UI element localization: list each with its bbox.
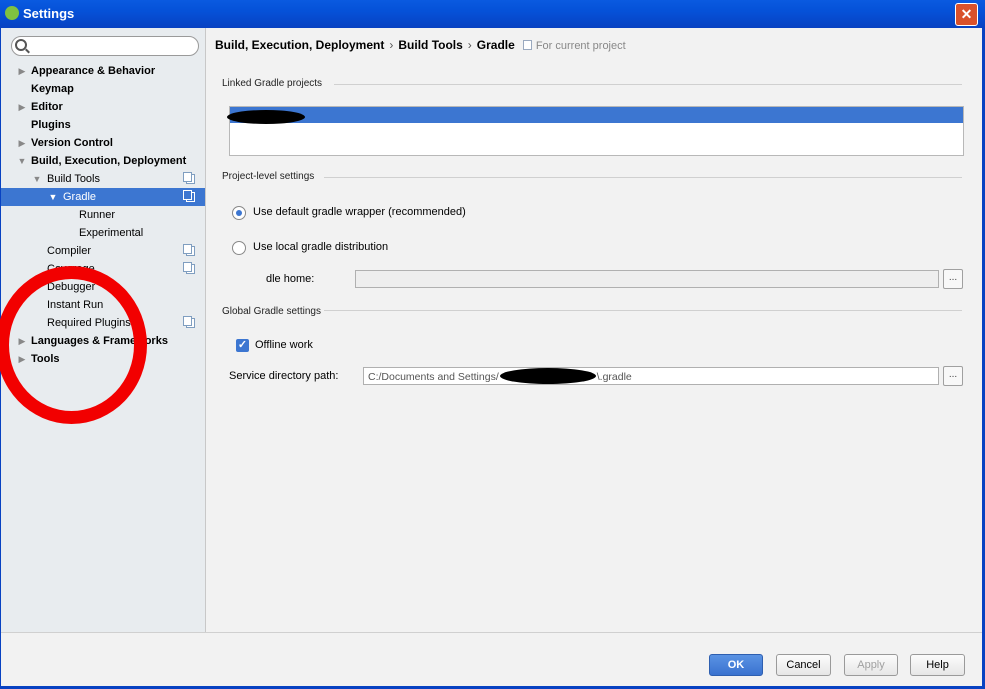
offline-work-label[interactable]: Offline work	[255, 339, 313, 351]
collapsed-arrow-icon[interactable]: ▶	[17, 332, 27, 350]
service-directory-field[interactable]: C:/Documents and Settings/ \.gradle	[363, 367, 939, 385]
collapsed-arrow-icon[interactable]: ▶	[32, 278, 42, 296]
sidebar-item-appearance-behavior[interactable]: ▶ Appearance & Behavior	[1, 62, 205, 80]
expanded-arrow-icon[interactable]: ▼	[32, 170, 42, 188]
sidebar-item-label: Coverage	[47, 263, 95, 275]
cancel-button[interactable]: Cancel	[776, 654, 831, 676]
breadcrumb-separator: ›	[467, 38, 472, 52]
sidebar-item-label: Runner	[79, 209, 116, 221]
project-scope-icon	[183, 244, 195, 256]
settings-sidebar: ▶ Appearance & Behavior Keymap ▶ Editor Plugi…	[1, 28, 206, 632]
sidebar-item-keymap[interactable]: Keymap	[1, 80, 205, 98]
local-distribution-radio[interactable]	[232, 241, 246, 255]
offline-work-checkbox[interactable]: ✓	[236, 339, 249, 352]
breadcrumb: Build, Execution, Deployment › Build Tools…	[215, 38, 626, 52]
project-scope-icon	[183, 172, 195, 184]
default-wrapper-label[interactable]: Use default gradle wrapper (recommended)	[253, 206, 466, 218]
breadcrumb-separator: ›	[389, 38, 394, 52]
gradle-home-browse-button[interactable]: ...	[943, 269, 963, 289]
redaction-mark	[227, 110, 305, 124]
sidebar-item-build-tools[interactable]: ▼ Build Tools	[1, 170, 205, 188]
sidebar-item-label: Languages & Frameworks	[31, 335, 168, 347]
sidebar-item-label: Instant Run	[47, 299, 104, 311]
ok-button[interactable]: OK	[709, 654, 763, 676]
sidebar-item-debugger[interactable]: ▶ Debugger	[1, 278, 205, 296]
sidebar-item-label: Keymap	[31, 83, 74, 95]
close-button[interactable]: ✕	[955, 3, 978, 26]
sidebar-item-editor[interactable]: ▶ Editor	[1, 98, 205, 116]
dialog-footer: OK Cancel Apply Help	[1, 632, 982, 686]
breadcrumb-part: Build Tools	[398, 38, 463, 52]
service-directory-browse-button[interactable]: ...	[943, 366, 963, 386]
gradle-settings-panel: Build, Execution, Deployment › Build Tools…	[206, 28, 982, 632]
settings-window: Settings ✕ ▶ Appearance & Behavior Keymap ▶…	[0, 0, 985, 689]
collapsed-arrow-icon[interactable]: ▶	[17, 98, 27, 116]
redaction-mark	[500, 368, 596, 384]
sidebar-item-runner[interactable]: Runner	[1, 206, 205, 224]
linked-project-row-selected[interactable]	[230, 107, 963, 123]
scope-label: For current project	[522, 40, 626, 52]
expanded-arrow-icon[interactable]: ▼	[17, 152, 27, 170]
sidebar-item-label: Compiler	[47, 245, 92, 257]
sidebar-item-plugins[interactable]: Plugins	[1, 116, 205, 134]
sidebar-item-build-execution-deployment[interactable]: ▼ Build, Execution, Deployment	[1, 152, 205, 170]
default-wrapper-radio[interactable]	[232, 206, 246, 220]
service-path-prefix: C:/Documents and Settings/	[368, 371, 499, 383]
breadcrumb-part: Gradle	[476, 38, 515, 52]
sidebar-item-version-control[interactable]: ▶ Version Control	[1, 134, 205, 152]
sidebar-item-tools[interactable]: ▶ Tools	[1, 350, 205, 368]
service-directory-label: Service directory path:	[229, 370, 339, 382]
sidebar-item-label: Experimental	[79, 227, 144, 239]
sidebar-item-label: Editor	[31, 101, 63, 113]
android-studio-icon	[5, 6, 19, 20]
scope-text: For current project	[535, 40, 626, 52]
sidebar-item-compiler[interactable]: Compiler	[1, 242, 205, 260]
section-divider	[324, 177, 962, 178]
breadcrumb-part: Build, Execution, Deployment	[215, 38, 385, 52]
search-icon	[15, 39, 27, 51]
collapsed-arrow-icon[interactable]: ▶	[17, 62, 27, 80]
apply-button[interactable]: Apply	[844, 654, 898, 676]
sidebar-item-label: Tools	[31, 353, 60, 365]
sidebar-item-instant-run[interactable]: Instant Run	[1, 296, 205, 314]
local-distribution-label[interactable]: Use local gradle distribution	[253, 241, 388, 253]
sidebar-item-gradle[interactable]: ▼ Gradle	[1, 188, 205, 206]
sidebar-item-label: Gradle	[63, 191, 97, 203]
linked-projects-title: Linked Gradle projects	[222, 78, 323, 89]
title-bar[interactable]: Settings ✕	[0, 0, 985, 28]
sidebar-item-label: Debugger	[47, 281, 96, 293]
sidebar-item-label: Plugins	[31, 119, 71, 131]
sidebar-item-label: Build Tools	[47, 173, 100, 185]
collapsed-arrow-icon[interactable]: ▶	[17, 134, 27, 152]
search-input[interactable]	[11, 36, 199, 56]
global-settings-title: Global Gradle settings	[222, 306, 321, 317]
help-button[interactable]: Help	[910, 654, 965, 676]
service-path-suffix: \.gradle	[596, 371, 632, 383]
linked-projects-list[interactable]	[227, 106, 964, 156]
sidebar-item-label: Appearance & Behavior	[31, 65, 156, 77]
sidebar-item-label: Build, Execution, Deployment	[31, 155, 187, 167]
gradle-home-field[interactable]	[355, 270, 939, 288]
sidebar-item-label: Required Plugins	[47, 317, 131, 329]
collapsed-arrow-icon[interactable]: ▶	[17, 350, 27, 368]
section-divider	[334, 84, 962, 85]
window-title: Settings	[23, 6, 75, 21]
project-scope-icon	[183, 190, 195, 202]
project-scope-icon	[522, 40, 532, 50]
sidebar-item-experimental[interactable]: Experimental	[1, 224, 205, 242]
project-level-title: Project-level settings	[222, 171, 315, 182]
project-scope-icon	[183, 316, 195, 328]
sidebar-item-languages-frameworks[interactable]: ▶ Languages & Frameworks	[1, 332, 205, 350]
sidebar-item-label: Version Control	[31, 137, 113, 149]
sidebar-item-coverage[interactable]: Coverage	[1, 260, 205, 278]
gradle-home-label: dle home:	[266, 273, 315, 285]
sidebar-item-required-plugins[interactable]: Required Plugins	[1, 314, 205, 332]
dialog-body: ▶ Appearance & Behavior Keymap ▶ Editor Plugi…	[0, 28, 985, 689]
section-divider	[324, 310, 962, 311]
project-scope-icon	[183, 262, 195, 274]
expanded-arrow-icon[interactable]: ▼	[48, 188, 58, 206]
